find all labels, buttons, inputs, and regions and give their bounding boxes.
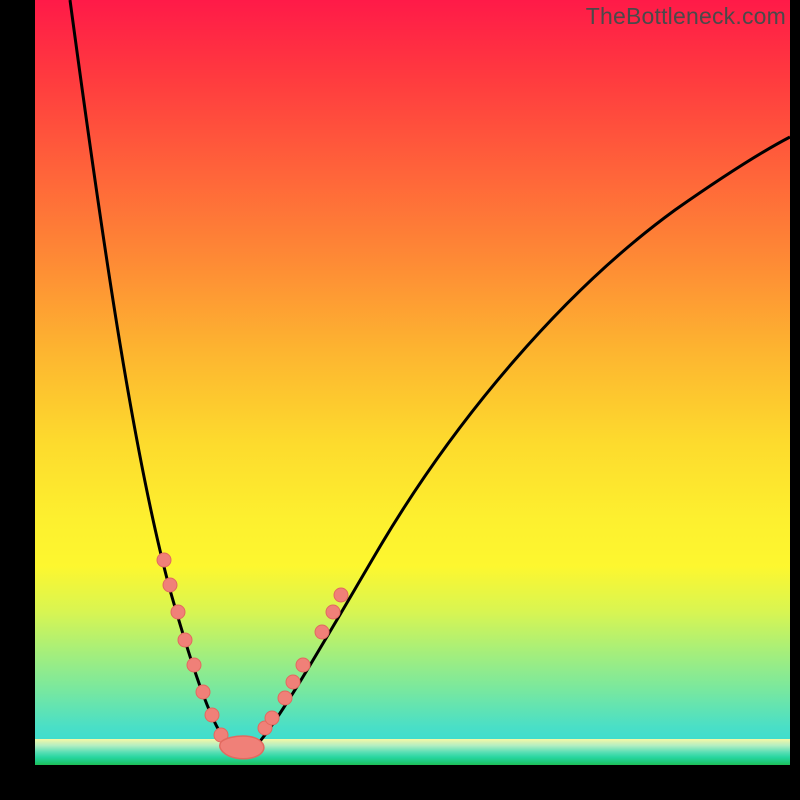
data-marker xyxy=(315,625,329,639)
data-marker xyxy=(205,708,219,722)
data-marker xyxy=(157,553,171,567)
data-marker xyxy=(296,658,310,672)
data-marker xyxy=(178,633,192,647)
curve-right-branch xyxy=(242,137,790,750)
data-marker xyxy=(196,685,210,699)
curve-bottom-blob xyxy=(220,736,264,759)
data-marker xyxy=(187,658,201,672)
data-marker xyxy=(334,588,348,602)
marker-group-right xyxy=(258,588,348,735)
bottleneck-curve-svg xyxy=(35,0,790,765)
data-marker xyxy=(171,605,185,619)
data-marker xyxy=(278,691,292,705)
data-marker xyxy=(286,675,300,689)
data-marker xyxy=(326,605,340,619)
chart-plot-area xyxy=(35,0,790,765)
data-marker xyxy=(163,578,177,592)
watermark-text: TheBottleneck.com xyxy=(586,3,786,30)
marker-group-left xyxy=(157,553,228,742)
data-marker xyxy=(265,711,279,725)
curve-left-branch xyxy=(70,0,242,750)
